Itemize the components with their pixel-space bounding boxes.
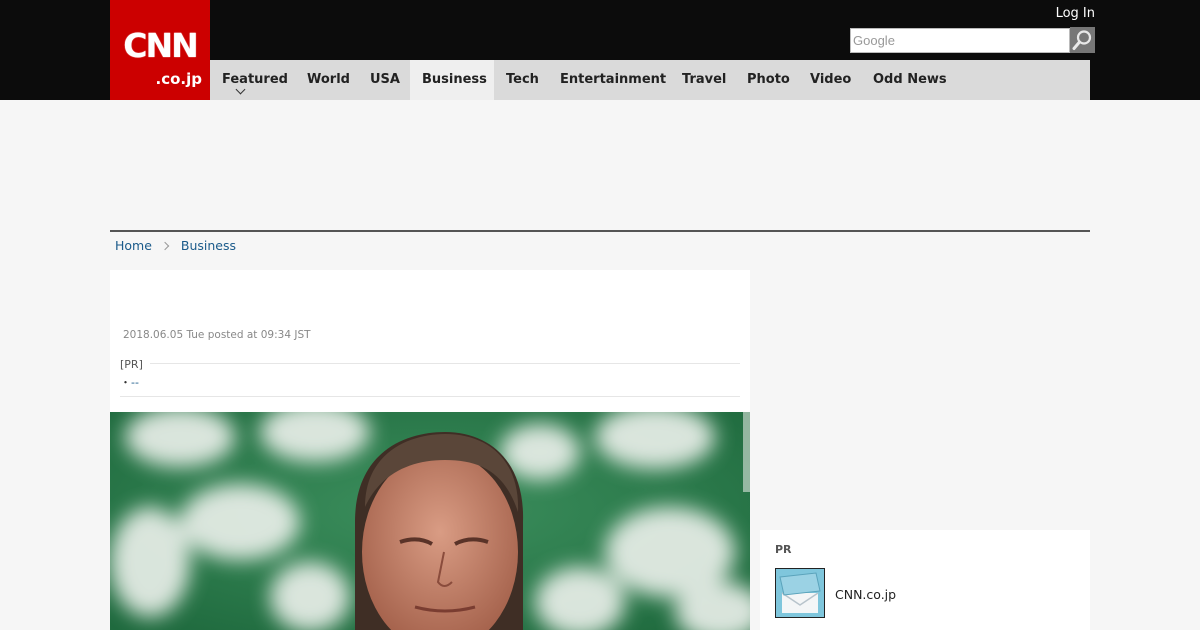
site-header: CNN .co.jp Log In Google Featured World … [0,0,1200,100]
nav-travel[interactable]: Travel [682,60,726,100]
chevron-right-icon [160,241,170,251]
main-nav: Featured World USA Business Tech Enterta… [210,60,1090,100]
nav-usa[interactable]: USA [370,60,400,100]
article-photo-image [110,412,750,630]
article-card: 2018.06.05 Tue posted at 09:34 JST [PR] … [110,270,750,630]
pr-thumbnail[interactable] [775,568,825,618]
nav-video[interactable]: Video [810,60,851,100]
pr-bullet: ・ [120,376,131,389]
breadcrumb-business[interactable]: Business [181,238,236,253]
nav-world[interactable]: World [307,60,350,100]
section-divider [110,230,1090,232]
pr-label: [PR] [120,358,143,371]
article-photo [110,412,750,630]
breadcrumb-home[interactable]: Home [115,238,152,253]
nav-featured-label: Featured [222,72,288,87]
pr-bottom-divider [120,396,740,397]
cnn-logo[interactable]: CNN .co.jp [110,0,210,100]
pr-link[interactable]: -- [131,376,139,389]
logo-text: CNN [123,26,198,65]
nav-photo[interactable]: Photo [747,60,790,100]
mail-icon [776,569,824,617]
search-input[interactable]: Google [850,28,1070,53]
pr-list-item: ・-- [120,374,139,390]
magnifier-icon [1072,30,1092,50]
search-button[interactable] [1070,27,1095,53]
logo-domain: .co.jp [155,70,202,88]
nav-entertainment[interactable]: Entertainment [560,60,666,100]
sidebar-pr-title: PR [775,543,792,556]
nav-business[interactable]: Business [410,60,494,100]
pr-divider [150,363,740,364]
posted-timestamp: 2018.06.05 Tue posted at 09:34 JST [123,329,311,341]
nav-odd-news[interactable]: Odd News [873,60,947,100]
nav-tech[interactable]: Tech [506,60,539,100]
login-link[interactable]: Log In [1056,6,1095,21]
sidebar-pr-card: PR CNN.co.jp [760,530,1090,630]
breadcrumb: Home Business [115,238,236,253]
sidebar-pr-link[interactable]: CNN.co.jp [835,587,896,602]
nav-featured[interactable]: Featured [210,60,294,100]
